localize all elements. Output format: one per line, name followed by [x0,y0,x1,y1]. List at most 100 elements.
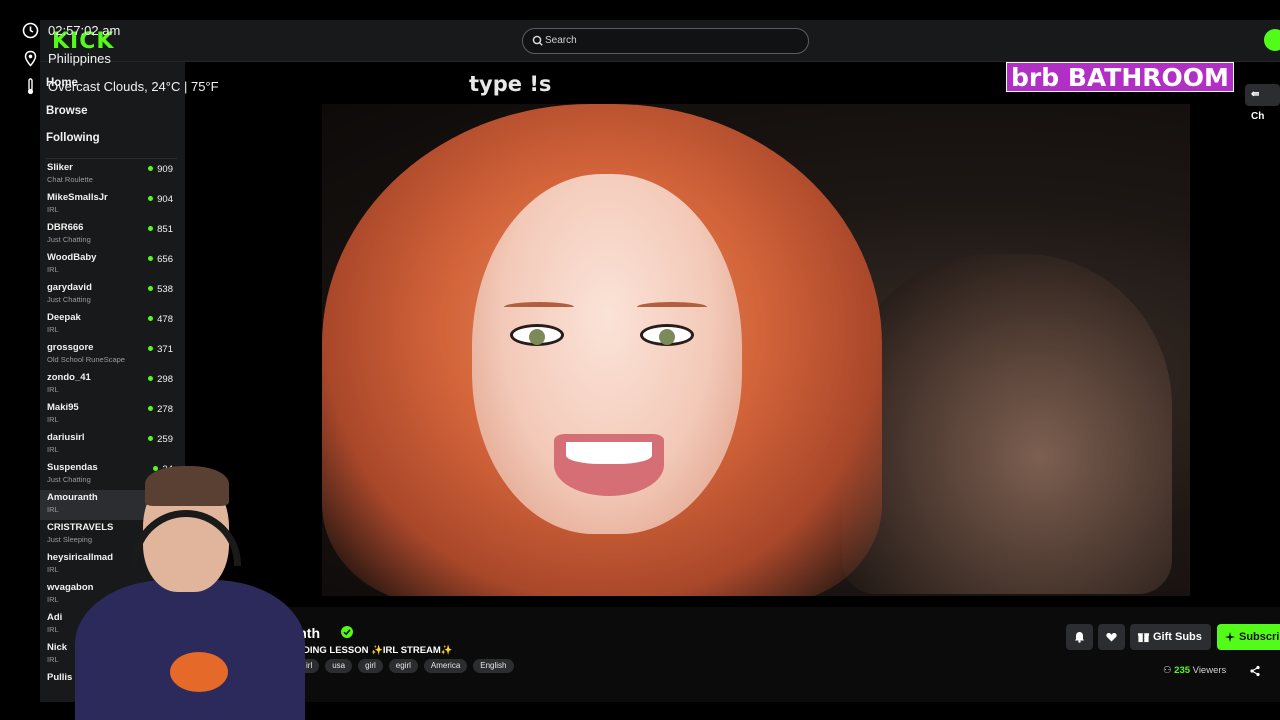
sidebar-channel-row[interactable]: grossgore Old School RuneScape 371 [40,340,185,370]
channel-name: Sliker [47,162,73,173]
viewer-number: 851 [157,224,173,235]
channel-category: IRL [47,505,59,514]
sidebar-channel-row[interactable]: zondo_41 IRL 298 [40,370,185,400]
sparkle-icon [1224,631,1236,643]
viewer-count: ⚇ 235 Viewers [1163,665,1226,676]
webcam-overlay [65,462,310,720]
channel-viewer-count: 656 [148,254,173,265]
channel-name: WoodBaby [47,252,97,263]
video-frame [322,104,1190,596]
channel-name: Maki95 [47,402,79,413]
left-eye [510,324,564,346]
location-readout: Philippines [22,50,222,68]
follow-button[interactable] [1098,624,1125,650]
tag-pill[interactable]: English [473,659,514,673]
channel-category: IRL [47,445,59,454]
nav-following[interactable]: Following [46,132,100,144]
streamer-hair [322,104,882,596]
channel-category: IRL [47,385,59,394]
tag-pill[interactable]: egirl [388,659,418,673]
channel-category: IRL [47,655,59,664]
viewer-number: 259 [157,434,173,445]
stream-title: DING LESSON ✨IRL STREAM✨ [303,645,453,656]
sidebar-channel-row[interactable]: garydavid Just Chatting 538 [40,280,185,310]
channel-viewer-count: 538 [148,284,173,295]
live-dot-icon [148,226,154,231]
viewer-number: 478 [157,314,173,325]
channel-category: IRL [47,565,59,574]
channel-viewer-count: 259 [148,434,173,445]
streamer-face [472,174,742,534]
sidebar-channel-row[interactable]: DBR666 Just Chatting 851 [40,220,185,250]
gift-subs-button[interactable]: Gift Subs [1130,624,1211,650]
clock-time: 02:57:02 am [48,23,121,38]
chat-toggle-label: Ch [1251,111,1265,122]
viewers-icon: ⚇ [1163,665,1175,676]
tag-pill[interactable]: girl [358,659,383,673]
tag-list: irl usa girl egirl America English [299,659,514,673]
left-brow [504,302,574,312]
live-dot-icon [148,376,154,381]
search-input[interactable]: Search [522,28,809,54]
subscribe-label: Subscri [1239,631,1280,643]
weather-readout: Overcast Clouds, 24°C | 75°F [22,78,242,96]
location-text: Philippines [48,51,111,66]
channel-category: IRL [47,265,59,274]
subscribe-button[interactable]: Subscri [1217,624,1280,650]
channel-category: Just Chatting [47,295,91,304]
viewer-count-suffix: Viewers [1192,665,1227,676]
channel-category: IRL [47,325,59,334]
chat-toggle-icon: ⇚ [1251,89,1260,100]
channel-name: grossgore [47,342,94,353]
live-dot-icon [148,256,154,261]
heart-icon [1106,633,1117,642]
channel-viewer-count: 904 [148,194,173,205]
stream-overlay-text: type !s [469,72,552,96]
channel-name: MikeSmallsJr [47,192,108,203]
viewer-number: 538 [157,284,173,295]
right-eye [640,324,694,346]
viewer-number: 904 [157,194,173,205]
channel-category: IRL [47,154,59,155]
sidebar-channel-row[interactable]: Deepak IRL 478 [40,310,185,340]
channel-category: IRL [47,415,59,424]
share-icon[interactable] [1248,664,1262,678]
channel-name: dariusirl [47,432,85,443]
live-dot-icon [148,196,154,201]
viewer-number: 298 [157,374,173,385]
channel-name: Adi [47,612,63,623]
channel-name: zondo_41 [47,372,91,383]
webcam-person-hair [145,466,229,506]
brb-banner: brb BATHROOM [1006,62,1234,92]
mouth [554,434,664,496]
channel-viewer-count: 909 [148,164,173,175]
sidebar-channel-row[interactable]: dariusirl IRL 259 [40,430,185,460]
nav-browse[interactable]: Browse [46,105,88,117]
chat-toggle-button[interactable]: ⇚ Ch [1245,84,1280,122]
live-dot-icon [148,436,154,441]
channel-category: Just Chatting [47,235,91,244]
sidebar-channel-row[interactable]: Sliker Chat Roulette 909 [40,160,185,190]
sidebar-channel-row[interactable]: MikeSmallsJr IRL 904 [40,190,185,220]
shirt-logo [170,652,228,692]
sidebar-channel-row[interactable]: WoodBaby IRL 656 [40,250,185,280]
gift-subs-label: Gift Subs [1153,631,1202,643]
video-player[interactable]: type !s brb BATHROOM ⇚ Ch [185,62,1280,607]
top-bar: KICK Search [40,20,1280,62]
channel-name: Deepak [47,312,81,323]
channel-viewer-count: 298 [148,374,173,385]
thermometer-icon [27,78,34,95]
clock-icon [22,22,39,39]
tag-pill[interactable]: America [423,659,468,673]
channel-name: DBR666 [47,222,84,233]
user-avatar[interactable] [1264,29,1280,51]
sidebar-channel-row[interactable]: Maki95 IRL 278 [40,400,185,430]
tag-pill[interactable]: usa [325,659,353,673]
live-dot-icon [148,316,154,321]
channel-viewer-count: 851 [148,224,173,235]
channel-viewer-count: 478 [148,314,173,325]
channel-category: IRL [47,595,59,604]
background-person [842,254,1172,594]
notify-button[interactable] [1066,624,1093,650]
right-brow [637,302,707,312]
